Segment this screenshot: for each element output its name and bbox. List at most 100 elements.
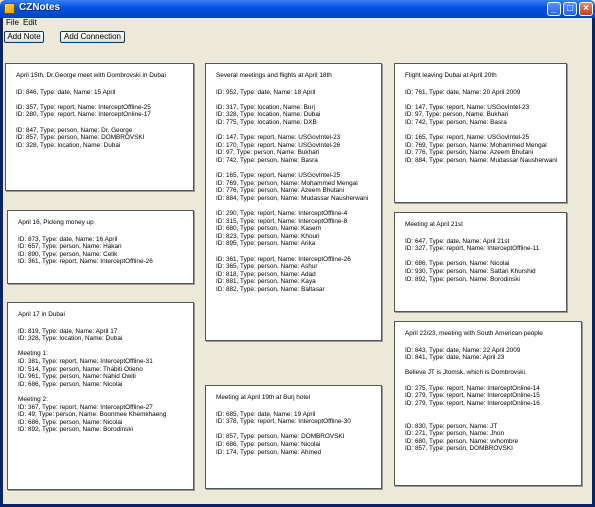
note-line bbox=[405, 362, 573, 370]
note-line: ID: 892, Type: person, Name: Borodinski bbox=[405, 275, 520, 283]
note-title: Meeting at April 21st bbox=[405, 221, 463, 228]
note-line: ID: 775, Type: location, Name: DXB bbox=[216, 118, 317, 126]
note-line: ID: 769, Type: person, Name: Mohammed Me… bbox=[405, 141, 547, 149]
note-line: ID: 930, Type: person, Name: Sattari Khu… bbox=[405, 267, 536, 275]
note-title: April 17 in Dubai bbox=[18, 311, 65, 318]
note-line: ID: 841, Type: date, Name: April 23 bbox=[405, 354, 505, 362]
note-card[interactable]: April 16, Picking money up ID: 873, Type:… bbox=[7, 210, 194, 284]
note-card[interactable]: April 22/23, meeting with South American… bbox=[394, 321, 582, 486]
note-line: ID: 884, Type: person, Name: Mudassar Na… bbox=[216, 194, 369, 202]
note-line: ID: 290, Type: report, Name: InterceptOf… bbox=[216, 210, 348, 218]
note-line: ID: 961, Type: person, Name: Nahid Owiti bbox=[18, 373, 136, 381]
note-line: ID: 761, Type: date, Name: 20 April 2009 bbox=[405, 88, 521, 96]
note-line bbox=[405, 377, 573, 385]
note-line bbox=[18, 388, 185, 396]
note-line: ID: 328, Type: location, Name: Dubai bbox=[18, 335, 123, 343]
note-line bbox=[216, 127, 373, 135]
menu-bar: File Edit bbox=[3, 18, 592, 29]
note-card[interactable]: Flight leaving Dubai at April 20th ID: 76… bbox=[394, 63, 567, 203]
note-line: ID: 361, Type: report, Name: InterceptOf… bbox=[18, 258, 153, 266]
note-line bbox=[405, 96, 558, 104]
note-line: Meeting 1: bbox=[18, 350, 48, 358]
close-button[interactable]: × bbox=[579, 2, 593, 16]
note-line: Meeting 2: bbox=[18, 395, 48, 403]
note-line: ID: 271, Type: person, Name: Jhon bbox=[405, 430, 504, 438]
note-line: ID: 327, Type: report, Name: InterceptOf… bbox=[405, 245, 540, 253]
note-line: ID: 843, Type: date, Name: 22 April 2009 bbox=[405, 346, 521, 354]
note-line bbox=[216, 165, 373, 173]
note-line: ID: 776, Type: person, Name: Azeem Bhuta… bbox=[216, 187, 345, 195]
maximize-button[interactable]: □ bbox=[563, 2, 577, 16]
note-line: ID: 657, Type: person, Name: Hakan bbox=[18, 243, 122, 251]
note-line: ID: 367, Type: report, Name: InterceptOf… bbox=[18, 403, 153, 411]
app-icon bbox=[4, 3, 15, 14]
note-line: ID: 365, Type: person, Name: Ashur bbox=[216, 263, 318, 271]
menu-file[interactable]: File bbox=[6, 18, 19, 27]
note-line bbox=[16, 96, 185, 104]
note-line: ID: 170, Type: report, Name: USGovIntel-… bbox=[216, 141, 341, 149]
note-line: ID: 769, Type: person, Name: Mohammed Me… bbox=[216, 179, 358, 187]
note-line: ID: 776, Type: person, Name: Azeem Bhuta… bbox=[405, 149, 534, 157]
note-title: Meeting at April 19th at Burj hotel bbox=[216, 394, 311, 401]
note-line: ID: 328, Type: location, Name: Dubai bbox=[216, 111, 321, 119]
note-line: ID: 328, Type: location, Name: Dubai bbox=[16, 141, 121, 149]
note-line: ID: 847, Type: person, Name: Dr. George bbox=[16, 126, 133, 134]
note-line: ID: 317, Type: location, Name: Burj bbox=[216, 103, 315, 111]
note-line: ID: 147, Type: report, Name: USGovIntel-… bbox=[216, 134, 341, 142]
note-line: ID: 952, Type: date, Name: 18 April bbox=[216, 88, 316, 96]
minimize-button[interactable]: _ bbox=[547, 2, 561, 16]
note-line: ID: 275, Type: report, Name: InterceptOn… bbox=[405, 384, 540, 392]
note-line: ID: 174, Type: person, Name: Ahmed bbox=[216, 448, 322, 456]
note-line: Believe JT is Jtomsk, which is Dombrovsk… bbox=[405, 369, 527, 377]
note-line: ID: 686, Type: person, Name: Nicolai bbox=[216, 440, 321, 448]
note-title: Flight leaving Dubai at April 20th bbox=[405, 72, 497, 79]
note-line: ID: 857, Type: person, DOMBROVSKI bbox=[405, 445, 513, 453]
note-card[interactable]: Meeting at April 19th at Burj hotel ID: 6… bbox=[205, 385, 382, 489]
note-line: ID: 846, Type: date, Name: 15 April bbox=[16, 88, 116, 96]
notes-canvas[interactable]: April 15th, Dr.George meet with Dombrovs… bbox=[3, 47, 592, 504]
add-note-button[interactable]: Add Note bbox=[4, 31, 44, 43]
note-card[interactable]: Meeting at April 21st ID: 647, Type: date… bbox=[394, 212, 567, 312]
note-line: ID: 97, Type: person, Name: Bukhari bbox=[405, 111, 509, 119]
note-line bbox=[405, 127, 558, 135]
add-connection-button[interactable]: Add Connection bbox=[60, 31, 125, 43]
note-line: ID: 895, Type: person, Name: Arika bbox=[216, 240, 316, 248]
note-title: April 16, Picking money up bbox=[18, 219, 94, 226]
note-card[interactable]: April 17 in Dubai ID: 819, Type: date, Na… bbox=[7, 302, 194, 490]
note-line: ID: 742, Type: person, Name: Basra bbox=[216, 156, 318, 164]
note-line: ID: 378, Type: report, Name: InterceptOf… bbox=[216, 418, 351, 426]
note-line: ID: 881, Type: person, Name: Kaya bbox=[216, 278, 316, 286]
menu-edit[interactable]: Edit bbox=[23, 18, 37, 27]
note-card[interactable]: April 15th, Dr.George meet with Dombrovs… bbox=[5, 63, 194, 191]
note-line: ID: 315, Type: report, Name: InterceptOf… bbox=[216, 217, 348, 225]
note-line: ID: 686, Type: person, Name: Nicolai bbox=[405, 260, 510, 268]
note-line: ID: 361, Type: report, Name: InterceptOf… bbox=[216, 255, 351, 263]
note-line bbox=[16, 119, 185, 127]
note-line: ID: 165, Type: report, Name: USGovIntel-… bbox=[216, 172, 341, 180]
note-title: Several meetings and flights at April 18… bbox=[216, 72, 332, 79]
client-area: File Edit Add Note Add Connection April … bbox=[3, 18, 592, 504]
note-line bbox=[405, 415, 573, 423]
note-line: ID: 884, Type: person, Name: Mudassar Na… bbox=[405, 156, 558, 164]
note-line: ID: 685, Type: date, Name: 19 April bbox=[216, 410, 316, 418]
note-line: ID: 873, Type: date, Name: 16 April bbox=[18, 235, 118, 243]
note-card[interactable]: Several meetings and flights at April 18… bbox=[205, 63, 382, 341]
note-line bbox=[405, 253, 558, 261]
note-line: ID: 857, Type: person, Name: DOMBROVSKI bbox=[16, 134, 145, 142]
note-line: ID: 165, Type: report, Name: USGovIntel-… bbox=[405, 134, 530, 142]
note-title: April 15th, Dr.George meet with Dombrovs… bbox=[16, 72, 166, 79]
title-bar[interactable]: CZNotes _ □ × bbox=[0, 0, 595, 18]
note-line: ID: 280, Type: report, Name: InterceptOn… bbox=[16, 111, 151, 119]
note-line: ID: 680, Type: person, Name: Kasem bbox=[216, 225, 322, 233]
note-line: ID: 882, Type: person, Name: Baltasar bbox=[216, 286, 325, 294]
note-line: ID: 49, Type: person, Name: Boonmee Khem… bbox=[18, 411, 167, 419]
note-line: ID: 680, Type: person, Name: vvhombre bbox=[405, 437, 519, 445]
note-line: ID: 647, Type: date, Name: April 21st bbox=[405, 237, 510, 245]
note-line: ID: 514, Type: person, Name: Thabiti Oti… bbox=[18, 365, 143, 373]
note-line: ID: 892, Type: person, Name: Borodinski bbox=[18, 426, 133, 434]
note-line bbox=[216, 426, 373, 434]
note-line: ID: 686, Type: person, Name: Nicolai bbox=[18, 418, 123, 426]
note-line: ID: 823, Type: person, Name: Khouri bbox=[216, 232, 320, 240]
note-title: April 22/23, meeting with South American… bbox=[405, 330, 543, 337]
note-line: ID: 818, Type: person, Name: Adad bbox=[216, 270, 316, 278]
